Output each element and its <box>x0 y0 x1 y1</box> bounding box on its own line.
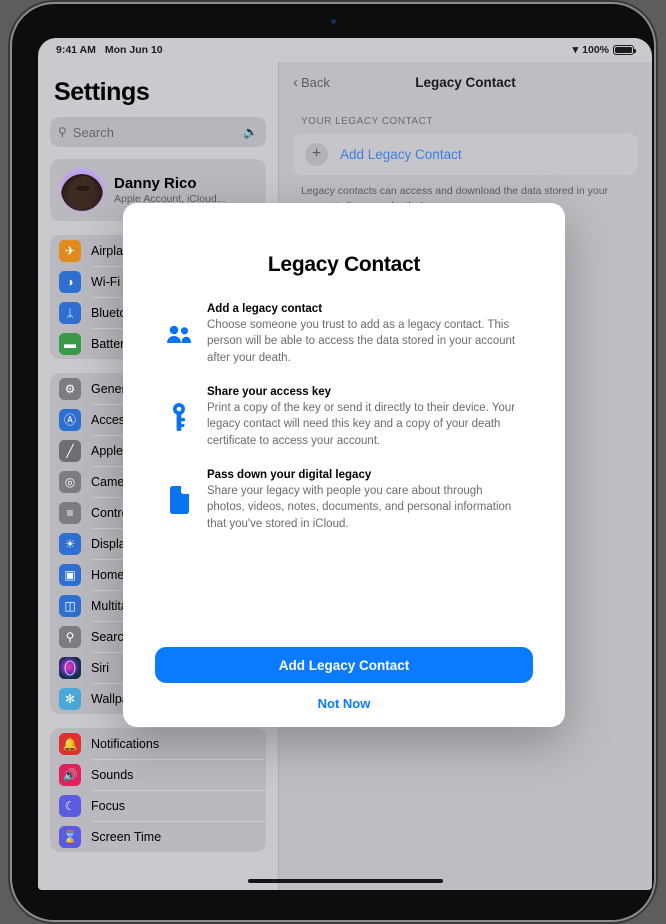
sidebar-item-label: Screen Time <box>91 829 162 844</box>
wifi-icon: ◑ <box>59 270 81 293</box>
sidebar-group: 🔔 Notifications 🔊 Sounds ☾ Focus ⌛ Screen Time <box>50 728 266 852</box>
not-now-button[interactable]: Not Now <box>155 683 533 711</box>
sidebar-item-focus[interactable]: ☾ Focus <box>50 790 266 821</box>
multitasking-icon: ◫ <box>59 594 81 617</box>
document-icon <box>165 469 193 532</box>
add-legacy-contact-button[interactable]: Add Legacy Contact <box>155 647 533 683</box>
wifi-icon: ▾ <box>572 43 579 56</box>
section-header: YOUR LEGACY CONTACT <box>301 116 433 127</box>
page-title: Settings <box>54 78 150 106</box>
wallpaper-icon: ✻ <box>59 687 81 710</box>
feature-heading: Add a legacy contact <box>207 303 323 315</box>
memoji-avatar <box>60 168 104 212</box>
status-time: 9:41 AM <box>56 44 96 56</box>
sidebar-item-label: Siri <box>91 660 110 675</box>
accessibility-icon: Ⓐ <box>59 408 81 431</box>
siri-icon <box>59 656 81 679</box>
battery-percent: 100% <box>582 44 609 56</box>
modal-feature: Share your access key Print a copy of the… <box>165 386 523 449</box>
search-input[interactable]: ⚲ Search 🔈 <box>50 117 266 147</box>
chevron-left-icon: ‹ <box>293 73 298 91</box>
profile-name: Danny Rico <box>114 175 197 192</box>
modal-actions: Add Legacy Contact Not Now <box>155 647 533 727</box>
home-indicator[interactable] <box>248 879 443 883</box>
speaker-icon: 🔊 <box>59 763 81 786</box>
microphone-icon[interactable]: 🔈 <box>243 125 258 139</box>
modal-feature: Add a legacy contact Choose someone you t… <box>165 303 523 366</box>
sidebar-item-label: Focus <box>91 798 126 813</box>
sidebar-item-notifications[interactable]: 🔔 Notifications <box>50 728 266 759</box>
two-people-icon <box>165 303 193 366</box>
sidebar-item-screen-time[interactable]: ⌛ Screen Time <box>50 821 266 852</box>
feature-body: Share your legacy with people you care a… <box>207 484 512 530</box>
pencil-icon: ╱ <box>59 439 81 462</box>
search-icon: ⚲ <box>58 125 67 139</box>
ipad-screen: 9:41 AM Mon Jun 10 ▾ 100% Settings ⚲ Sea… <box>38 38 652 890</box>
airplane-icon: ✈ <box>59 239 81 262</box>
front-camera-icon <box>330 19 336 24</box>
back-button[interactable]: ‹ Back <box>293 74 330 91</box>
battery-icon: ▬ <box>59 332 81 355</box>
hourglass-icon: ⌛ <box>59 825 81 848</box>
feature-body: Choose someone you trust to add as a leg… <box>207 319 516 364</box>
sidebar-item-label: Wi-Fi <box>91 274 121 289</box>
key-icon <box>165 386 193 449</box>
control-center-icon: ≡ <box>59 501 81 524</box>
status-date: Mon Jun 10 <box>104 44 163 56</box>
status-bar: 9:41 AM Mon Jun 10 ▾ 100% <box>38 38 652 62</box>
brightness-icon: ☀ <box>59 532 81 555</box>
camera-icon: ◎ <box>59 470 81 493</box>
sidebar-item-label: Notifications <box>91 736 160 751</box>
battery-full-icon <box>613 45 636 55</box>
search-placeholder: Search <box>72 124 114 140</box>
nav-title: Legacy Contact <box>415 74 516 90</box>
device-frame: 9:41 AM Mon Jun 10 ▾ 100% Settings ⚲ Sea… <box>12 4 654 920</box>
feature-body: Print a copy of the key or send it direc… <box>207 401 516 447</box>
add-legacy-contact-label: Add Legacy Contact <box>340 146 462 162</box>
back-label: Back <box>301 74 330 90</box>
modal-title: Legacy Contact <box>267 253 421 276</box>
search-icon: ⚲ <box>59 625 81 648</box>
bell-icon: 🔔 <box>59 732 81 755</box>
navigation-bar: ‹ Back Legacy Contact <box>279 62 652 102</box>
home-screen-icon: ▣ <box>59 563 81 586</box>
bluetooth-icon: ᛦ <box>59 301 81 324</box>
sidebar-item-sounds[interactable]: 🔊 Sounds <box>50 759 266 790</box>
gear-icon: ⚙ <box>59 377 81 400</box>
feature-heading: Share your access key <box>207 385 332 398</box>
moon-icon: ☾ <box>59 794 81 817</box>
sidebar-item-label: Sounds <box>91 767 134 782</box>
modal-feature: Pass down your digital legacy Share your … <box>165 469 523 532</box>
modal-feature-list: Add a legacy contact Choose someone you t… <box>155 303 533 647</box>
add-legacy-contact-row[interactable]: + Add Legacy Contact <box>293 133 638 175</box>
feature-heading: Pass down your digital legacy <box>207 468 372 481</box>
plus-icon: + <box>305 142 328 166</box>
legacy-contact-modal: Legacy Contact Add a legacy contact Choos… <box>123 203 565 727</box>
